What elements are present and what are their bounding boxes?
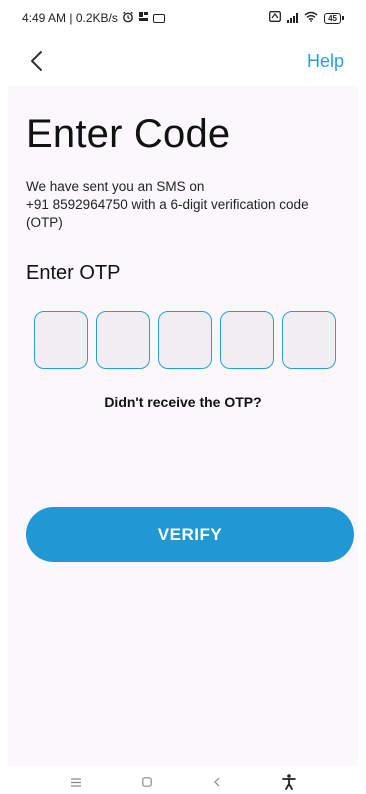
main-content: Enter Code We have sent you an SMS on +9… <box>8 86 358 766</box>
menu-icon[interactable] <box>70 777 81 787</box>
signal-icon <box>287 13 299 23</box>
screen: 4:49 AM | 0.2KB/s 45 Help Enter Code We … <box>0 0 366 794</box>
notification-icon <box>138 11 149 25</box>
otp-digit-4-input[interactable] <box>220 311 274 369</box>
help-link[interactable]: Help <box>307 51 344 72</box>
alarm-icon <box>122 11 134 26</box>
description-line-1: We have sent you an SMS on <box>26 179 205 194</box>
back-button[interactable] <box>24 49 48 73</box>
battery-icon: 45 <box>324 12 344 24</box>
otp-digit-3-input[interactable] <box>158 311 212 369</box>
data-icon <box>269 11 282 25</box>
app-header: Help <box>0 36 366 86</box>
status-right: 45 <box>269 11 344 25</box>
wifi-icon <box>304 11 318 25</box>
description-line-2: +91 8592964750 with a 6-digit verificati… <box>26 197 309 212</box>
otp-description: We have sent you an SMS on +91 859296475… <box>26 178 356 232</box>
otp-label: Enter OTP <box>26 262 121 284</box>
otp-input-row <box>34 311 336 369</box>
chevron-left-icon <box>31 51 42 71</box>
verify-button[interactable]: VERIFY <box>26 507 354 562</box>
back-icon[interactable] <box>213 777 221 787</box>
home-icon[interactable] <box>141 777 152 787</box>
otp-digit-5-input[interactable] <box>282 311 336 369</box>
status-bar: 4:49 AM | 0.2KB/s 45 <box>0 0 366 36</box>
status-time: 4:49 AM | 0.2KB/s <box>22 11 118 25</box>
status-left: 4:49 AM | 0.2KB/s <box>22 11 165 26</box>
battery-level: 45 <box>324 12 341 24</box>
page-title: Enter Code <box>26 112 231 156</box>
message-icon <box>152 13 165 23</box>
otp-digit-1-input[interactable] <box>34 311 88 369</box>
resend-otp-link[interactable]: Didn't receive the OTP? <box>8 394 358 410</box>
system-nav-bar <box>0 770 366 794</box>
otp-digit-2-input[interactable] <box>96 311 150 369</box>
description-line-3: (OTP) <box>26 215 63 230</box>
accessibility-icon[interactable] <box>281 774 296 790</box>
